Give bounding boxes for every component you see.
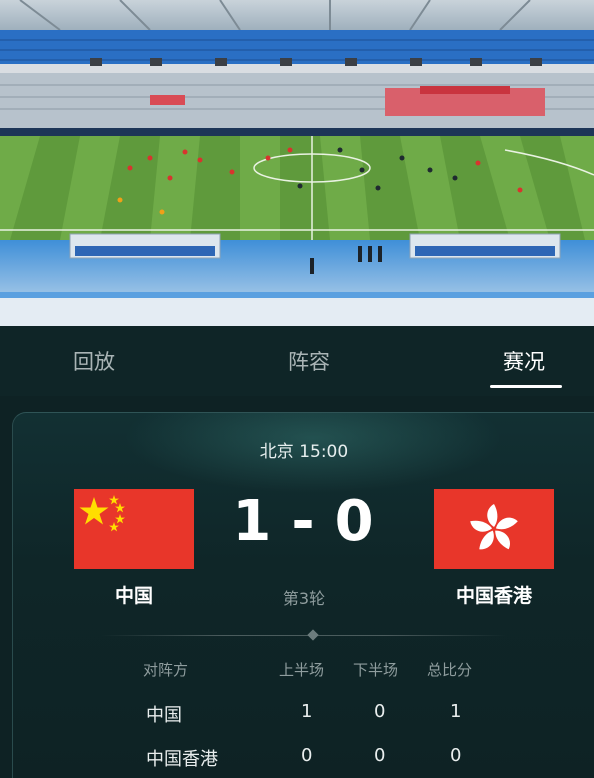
- stadium-scene: [0, 0, 594, 326]
- tab-live-status[interactable]: 赛况: [503, 346, 545, 376]
- active-tab-indicator: [490, 385, 562, 388]
- row-first-half: 1: [301, 701, 313, 722]
- match-summary-card: 北京 15:00 1-0 中国 第3轮 中国香港 对阵方 上半场 下半场 总比分…: [12, 412, 594, 778]
- header-total: 总比分: [427, 661, 473, 679]
- row-team: 中国香港: [146, 749, 218, 770]
- header-teams: 对阵方: [143, 661, 189, 679]
- section-divider: [101, 635, 507, 636]
- row-second-half: 0: [374, 701, 386, 722]
- match-venue-time: 北京 15:00: [259, 442, 349, 462]
- row-team: 中国: [146, 705, 182, 726]
- row-second-half: 0: [374, 745, 386, 766]
- away-team-name: 中国香港: [455, 585, 532, 607]
- home-score: 1: [232, 489, 274, 554]
- row-first-half: 0: [301, 745, 313, 766]
- match-video-frame[interactable]: [0, 0, 594, 326]
- row-total: 0: [450, 745, 462, 766]
- away-score: 0: [334, 489, 376, 554]
- row-total: 1: [450, 701, 462, 722]
- tab-replay[interactable]: 回放: [73, 346, 115, 376]
- tab-lineup[interactable]: 阵容: [288, 346, 330, 376]
- hong-kong-flag-icon: [434, 489, 554, 569]
- divider-dot-icon: [307, 629, 319, 641]
- score-separator: -: [291, 489, 317, 554]
- header-first-half: 上半场: [279, 661, 325, 679]
- header-second-half: 下半场: [353, 661, 399, 679]
